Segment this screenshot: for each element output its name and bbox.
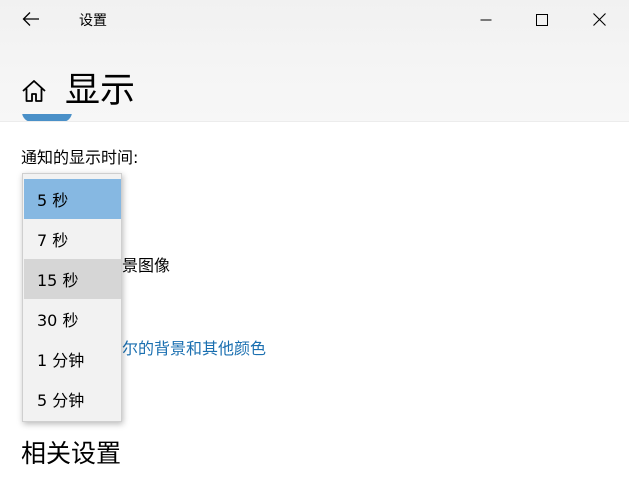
notification-time-dropdown[interactable]: 5 秒 7 秒 15 秒 30 秒 1 分钟 5 分钟 bbox=[22, 173, 122, 422]
dropdown-option-label: 7 秒 bbox=[37, 231, 69, 250]
dropdown-option[interactable]: 5 秒 bbox=[24, 179, 121, 219]
title-bar: 设置 bbox=[0, 0, 629, 42]
minimize-button[interactable] bbox=[463, 0, 509, 40]
app-title: 设置 bbox=[79, 13, 107, 29]
home-icon[interactable] bbox=[20, 77, 48, 105]
maximize-icon bbox=[536, 11, 548, 30]
dropdown-option[interactable]: 1 分钟 bbox=[24, 339, 121, 379]
page-header: 显示 bbox=[20, 66, 135, 116]
dropdown-option-label: 5 分钟 bbox=[37, 391, 85, 410]
page-title: 显示 bbox=[65, 71, 136, 111]
dropdown-option-label: 30 秒 bbox=[37, 311, 79, 330]
dropdown-option-label: 5 秒 bbox=[37, 191, 69, 210]
minimize-icon bbox=[480, 11, 492, 30]
dropdown-option[interactable]: 7 秒 bbox=[24, 219, 121, 259]
dropdown-option[interactable]: 15 秒 bbox=[24, 259, 121, 299]
dropdown-option[interactable]: 30 秒 bbox=[24, 299, 121, 339]
background-image-text: 景图像 bbox=[122, 256, 171, 275]
settings-window: 设置 显示 通知的显示时间: 景图像 尔的背景和其他颜色 相关设置 5 秒 7 … bbox=[0, 0, 629, 482]
background-colors-link[interactable]: 尔的背景和其他颜色 bbox=[122, 339, 266, 359]
notification-time-label: 通知的显示时间: bbox=[21, 148, 139, 167]
close-button[interactable] bbox=[576, 0, 622, 40]
dropdown-option-label: 15 秒 bbox=[37, 271, 79, 290]
back-button[interactable] bbox=[14, 6, 48, 36]
arrow-left-icon bbox=[22, 11, 40, 31]
maximize-button[interactable] bbox=[519, 0, 565, 40]
related-settings-title: 相关设置 bbox=[21, 439, 122, 468]
dropdown-option-label: 1 分钟 bbox=[37, 351, 85, 370]
close-icon bbox=[592, 11, 606, 30]
dropdown-option[interactable]: 5 分钟 bbox=[24, 379, 121, 419]
